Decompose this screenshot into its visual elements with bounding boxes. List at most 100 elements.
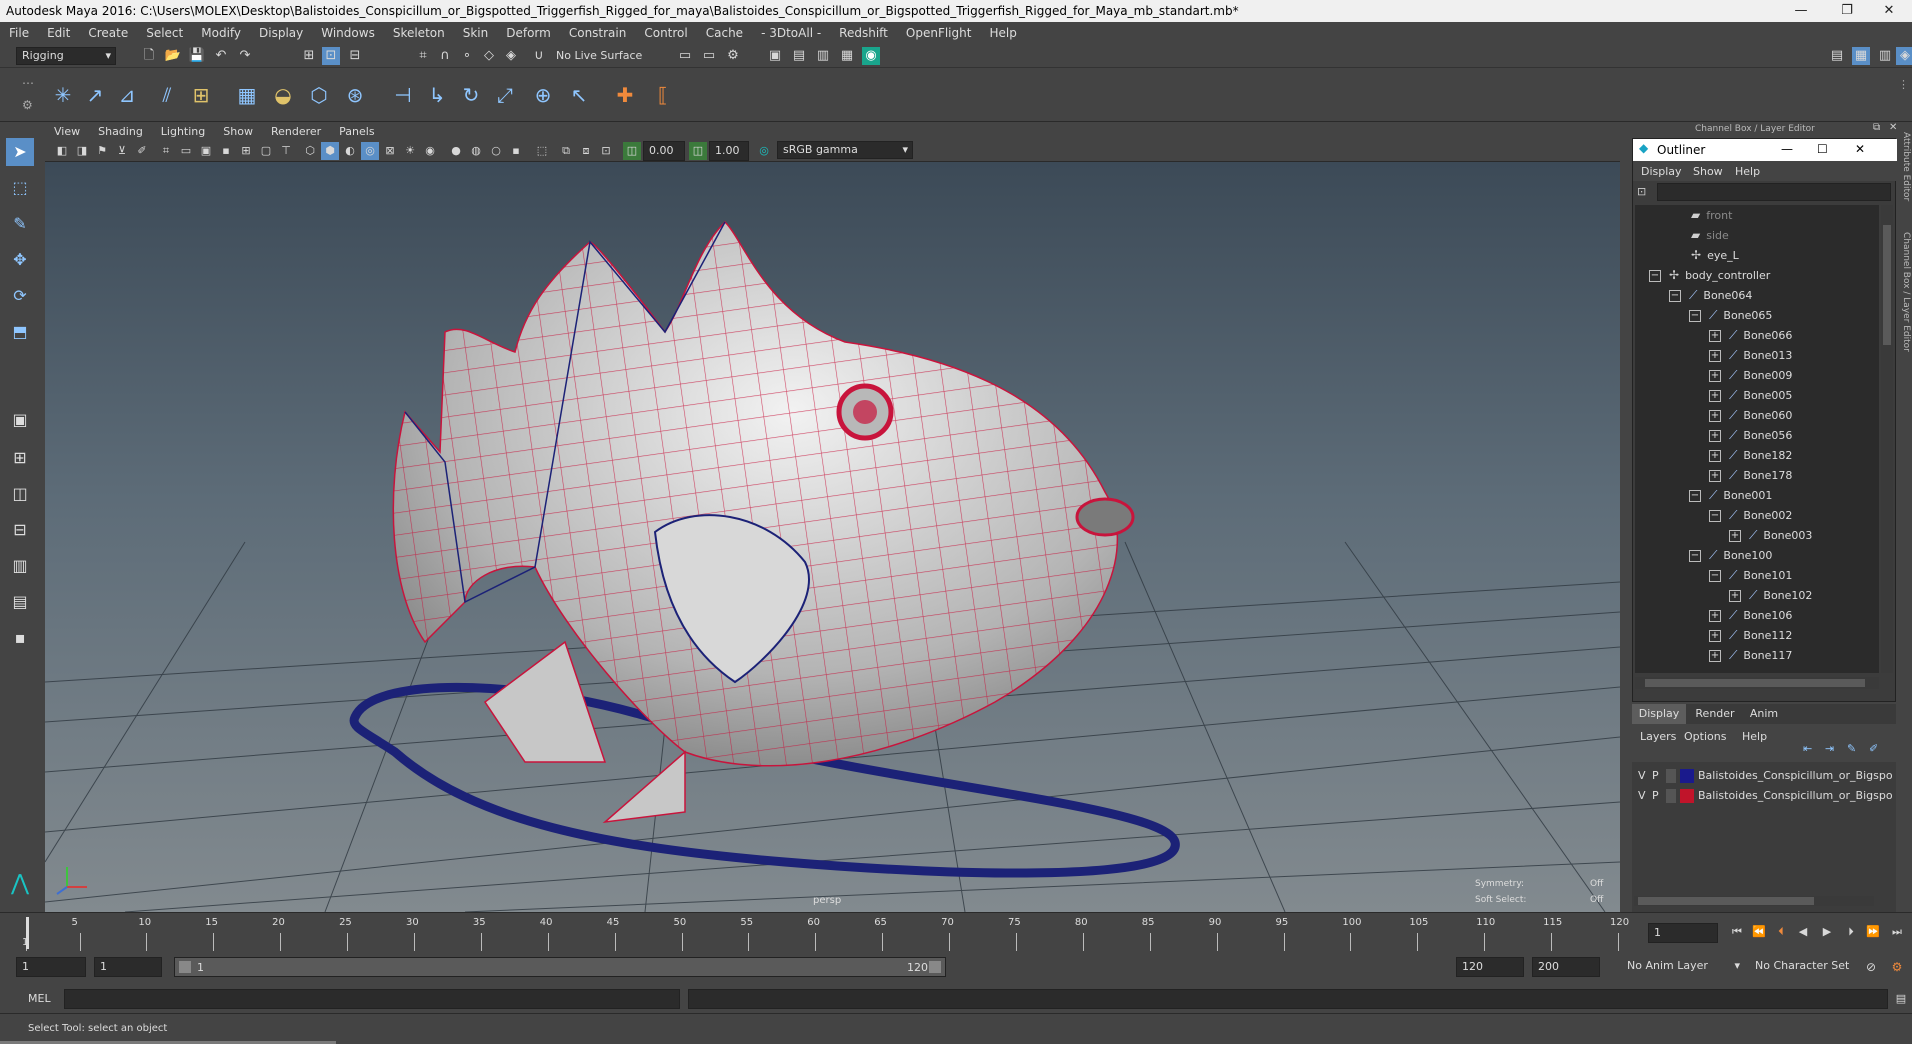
default-material-icon[interactable]: ◐: [341, 142, 359, 160]
menu-help[interactable]: Help: [980, 26, 1025, 40]
anti-aliasing-icon[interactable]: ○: [487, 142, 505, 160]
outliner-item-bone064[interactable]: − ⟋ Bone064: [1669, 285, 1752, 305]
layout-icon[interactable]: ▤: [1828, 47, 1846, 65]
auto-key-icon[interactable]: ⊘: [1862, 958, 1880, 976]
gamma-icon[interactable]: ◫: [689, 142, 707, 160]
expand-icon[interactable]: +: [1709, 410, 1721, 422]
play-backward-icon[interactable]: ◀: [1794, 923, 1812, 941]
persp-graph-layout-icon[interactable]: ⊟: [6, 516, 34, 544]
outliner-item-bone117[interactable]: + ⟋ Bone117: [1709, 645, 1792, 665]
go-to-start-icon[interactable]: ⏮: [1728, 923, 1746, 941]
menu-select[interactable]: Select: [137, 26, 192, 40]
modeling-toolkit-icon[interactable]: ▦: [1852, 47, 1870, 65]
expand-icon[interactable]: +: [1709, 630, 1721, 642]
outliner-menu-show[interactable]: Show: [1693, 165, 1723, 178]
outliner-item-eye-l[interactable]: ✢ eye_L: [1649, 245, 1739, 265]
vp-menu-lighting[interactable]: Lighting: [152, 125, 214, 138]
step-forward-frame-icon[interactable]: ⏵: [1842, 923, 1860, 941]
render-frame-icon[interactable]: ▤: [790, 47, 808, 65]
close-button[interactable]: ✕: [1866, 0, 1912, 22]
step-forward-key-icon[interactable]: ⏩: [1864, 923, 1882, 941]
menu-constrain[interactable]: Constrain: [560, 26, 636, 40]
move-layer-up-icon[interactable]: ⇤: [1803, 742, 1812, 755]
shelf-scroll-icon[interactable]: ⋮: [1898, 78, 1909, 91]
menu-deform[interactable]: Deform: [497, 26, 560, 40]
layer-playback-toggle[interactable]: P: [1652, 769, 1659, 782]
save-scene-icon[interactable]: 💾: [188, 47, 206, 65]
outliner-item-bone009[interactable]: + ⟋ Bone009: [1709, 365, 1792, 385]
expand-icon[interactable]: +: [1709, 650, 1721, 662]
hypershade-icon[interactable]: ◉: [862, 47, 880, 65]
color-space-dropdown[interactable]: sRGB gamma ▾: [777, 141, 913, 159]
range-slider-bar[interactable]: 1 120: [174, 957, 946, 977]
layer-menu-options[interactable]: Options: [1684, 730, 1726, 743]
redo-icon[interactable]: ↷: [236, 47, 254, 65]
outliner-item-front[interactable]: ▰ front: [1649, 205, 1732, 225]
menu-3dtoall[interactable]: - 3DtoAll -: [752, 26, 830, 40]
image-plane-icon[interactable]: ⊻: [113, 142, 131, 160]
outliner-layout-icon[interactable]: ▥: [6, 552, 34, 580]
playback-end-field[interactable]: 120: [1456, 957, 1524, 977]
ik-handle-icon[interactable]: ⊿: [112, 80, 142, 110]
collapse-icon[interactable]: −: [1709, 570, 1721, 582]
current-time-marker[interactable]: [26, 917, 29, 949]
menu-control[interactable]: Control: [635, 26, 696, 40]
create-locator-icon[interactable]: ✳: [48, 80, 78, 110]
close-panel-icon[interactable]: ✕: [1889, 122, 1897, 133]
shelf-tabs-icon[interactable]: ⋯: [22, 76, 34, 90]
remove-influence-icon[interactable]: ⟦: [648, 80, 678, 110]
outliner-item-bone112[interactable]: + ⟋ Bone112: [1709, 625, 1792, 645]
color-management-icon[interactable]: ◎: [755, 142, 773, 160]
outliner-minimize-button[interactable]: —: [1781, 142, 1793, 156]
tab-display[interactable]: Display: [1632, 704, 1686, 724]
ipr-render-icon[interactable]: ▥: [814, 47, 832, 65]
outliner-vertical-scrollbar[interactable]: [1881, 205, 1893, 673]
layer-row[interactable]: V P Balistoides_Conspicillum_or_Bigspott…: [1632, 766, 1896, 786]
outliner-item-bone013[interactable]: + ⟋ Bone013: [1709, 345, 1792, 365]
custom-layout-icon[interactable]: ▪: [6, 624, 34, 652]
orient-constraint-icon[interactable]: ↻: [456, 80, 486, 110]
channel-box-icon[interactable]: ◈: [1896, 47, 1912, 65]
outliner-item-bone065[interactable]: − ⟋ Bone065: [1689, 305, 1772, 325]
vp-menu-view[interactable]: View: [45, 125, 89, 138]
script-editor-icon[interactable]: ▤: [1892, 990, 1910, 1008]
smooth-shade-icon[interactable]: ⬢: [321, 142, 339, 160]
outliner-item-bone101[interactable]: − ⟋ Bone101: [1709, 565, 1792, 585]
menu-edit[interactable]: Edit: [38, 26, 79, 40]
wrap-icon[interactable]: ⬡: [304, 80, 334, 110]
outliner-item-bone066[interactable]: + ⟋ Bone066: [1709, 325, 1792, 345]
current-frame-field[interactable]: 1: [1648, 923, 1718, 943]
select-object-icon[interactable]: ⊡: [322, 47, 340, 65]
gate-mask-icon[interactable]: ▪: [217, 142, 235, 160]
outliner-item-side[interactable]: ▰ side: [1649, 225, 1729, 245]
expand-icon[interactable]: +: [1729, 530, 1741, 542]
outliner-item-bone002[interactable]: − ⟋ Bone002: [1709, 505, 1792, 525]
character-set-dropdown[interactable]: No Character Set: [1750, 958, 1862, 976]
outliner-menu-display[interactable]: Display: [1641, 165, 1682, 178]
minimize-button[interactable]: —: [1778, 0, 1824, 22]
xray-icon[interactable]: ⧉: [557, 142, 575, 160]
expand-icon[interactable]: +: [1709, 430, 1721, 442]
collapse-icon[interactable]: −: [1669, 290, 1681, 302]
select-component-icon[interactable]: ⊟: [346, 47, 364, 65]
cluster-icon[interactable]: ▦: [232, 80, 262, 110]
filter-icon[interactable]: ⊡: [1637, 185, 1646, 198]
motion-blur-icon[interactable]: ◍: [467, 142, 485, 160]
outliner-menu-help[interactable]: Help: [1735, 165, 1760, 178]
menu-create[interactable]: Create: [79, 26, 137, 40]
input-ops-icon[interactable]: ▭: [676, 47, 694, 65]
grease-pencil-icon[interactable]: ✐: [133, 142, 151, 160]
pole-vector-icon[interactable]: ↖: [564, 80, 594, 110]
tab-anim[interactable]: Anim: [1742, 704, 1786, 724]
field-chart-icon[interactable]: ⊞: [237, 142, 255, 160]
layer-horizontal-scrollbar[interactable]: [1634, 896, 1874, 906]
vp-menu-renderer[interactable]: Renderer: [262, 125, 330, 138]
menu-cache[interactable]: Cache: [697, 26, 752, 40]
backface-culling-icon[interactable]: ⊡: [597, 142, 615, 160]
collapse-icon[interactable]: −: [1689, 490, 1701, 502]
menu-display[interactable]: Display: [250, 26, 312, 40]
outliner-item-bone056[interactable]: + ⟋ Bone056: [1709, 425, 1792, 445]
add-influence-icon[interactable]: ✚: [610, 80, 640, 110]
command-language-label[interactable]: MEL: [28, 992, 51, 1005]
restore-button[interactable]: ❐: [1824, 0, 1870, 22]
